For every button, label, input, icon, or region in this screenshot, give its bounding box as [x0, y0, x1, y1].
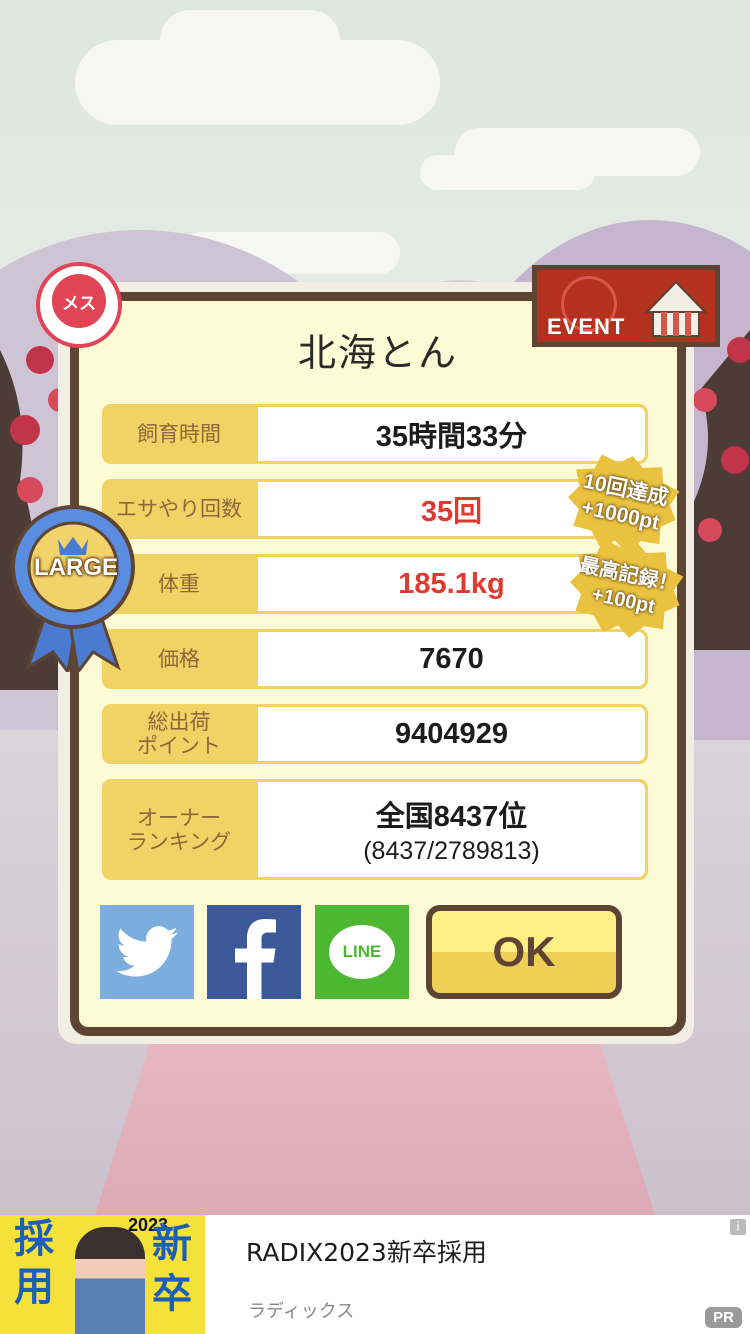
female-symbol: メス: [52, 274, 106, 328]
stat-label: オーナー ランキング: [126, 805, 232, 854]
ad-advertiser: ラディックス: [248, 1301, 355, 1322]
facebook-icon: [235, 919, 276, 999]
red-carpet: [95, 1040, 655, 1215]
facebook-share-button[interactable]: [207, 905, 301, 999]
twitter-icon: [116, 926, 178, 977]
line-icon: LINE: [329, 925, 395, 979]
line-label: LINE: [342, 942, 382, 961]
stat-label: 飼育時間: [137, 422, 221, 446]
ribbon-icon: [11, 505, 135, 672]
cloud: [420, 155, 595, 190]
stat-value: 35時間33分: [258, 407, 645, 461]
stat-row-owner-ranking: オーナー ランキング 全国8437位 (8437/2789813): [102, 779, 648, 880]
stat-value-text: 35回: [420, 496, 483, 528]
stat-value-text: 185.1kg: [398, 567, 505, 600]
ranking-text: 全国8437位: [375, 801, 528, 833]
stat-value: 全国8437位 (8437/2789813): [258, 782, 645, 877]
stat-row-feed-count: エサやり回数 35回: [102, 479, 648, 539]
twitter-share-button[interactable]: [100, 905, 194, 999]
stat-value: 9404929: [258, 707, 645, 761]
female-badge: メス: [36, 262, 122, 348]
ad-person-image: [75, 1227, 145, 1334]
ok-label: OK: [492, 928, 556, 975]
circus-tent-icon: [644, 280, 708, 337]
ad-pr-badge: PR: [705, 1307, 742, 1328]
ad-title[interactable]: RADIX2023新卒採用: [246, 1233, 487, 1269]
cloud: [75, 40, 440, 125]
stat-row-weight: 体重 185.1kg: [102, 554, 648, 614]
stat-value-text: 9404929: [395, 717, 508, 750]
stat-row-shipping-points: 総出荷 ポイント 9404929: [102, 704, 648, 764]
ad-banner-left-text: 採用: [14, 1216, 54, 1310]
stat-value-text: 35時間33分: [375, 421, 528, 453]
ok-button[interactable]: OK: [426, 905, 622, 999]
line-share-button[interactable]: LINE: [315, 905, 409, 999]
ad-image[interactable]: 採用 2023 新卒: [0, 1215, 205, 1334]
stat-row-rearing-time: 飼育時間 35時間33分: [102, 404, 648, 464]
ad-banner-right-text: 新卒: [152, 1221, 192, 1317]
ranking-detail: (8437/2789813): [363, 837, 540, 865]
stat-row-price: 価格 7670: [102, 629, 648, 689]
ad-banner[interactable]: 採用 2023 新卒 RADIX2023新卒採用 ラディックス i PR: [0, 1215, 750, 1334]
ad-info-icon[interactable]: i: [730, 1219, 746, 1235]
stat-value: 7670: [258, 632, 645, 686]
event-label: EVENT: [547, 314, 626, 339]
gender-label: メス: [62, 293, 96, 314]
size-label: LARGE: [34, 554, 118, 581]
stat-label: 総出荷 ポイント: [137, 710, 221, 758]
event-badge: EVENT: [532, 265, 720, 347]
stat-value-text: 7670: [419, 642, 484, 675]
